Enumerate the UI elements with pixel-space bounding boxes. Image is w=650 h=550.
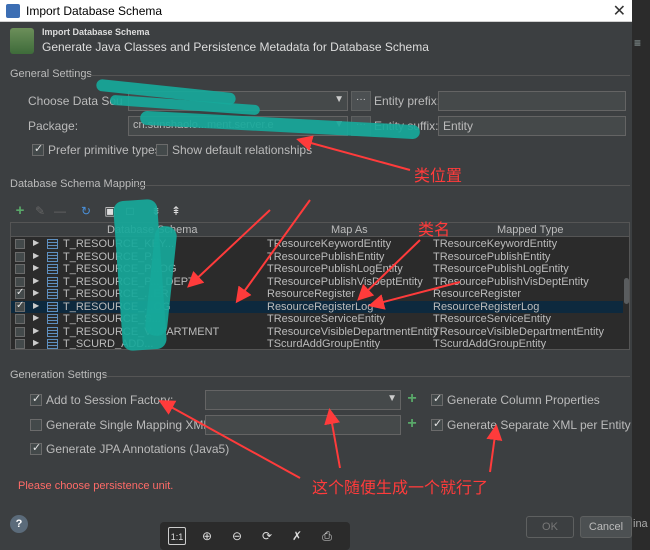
annotation-class-name: 类名	[418, 220, 451, 239]
annotation-class-location: 类位置	[414, 166, 463, 185]
annotation-arrows	[158, 135, 503, 479]
annotation-random: 这个随便生成一个就行了	[312, 478, 489, 497]
